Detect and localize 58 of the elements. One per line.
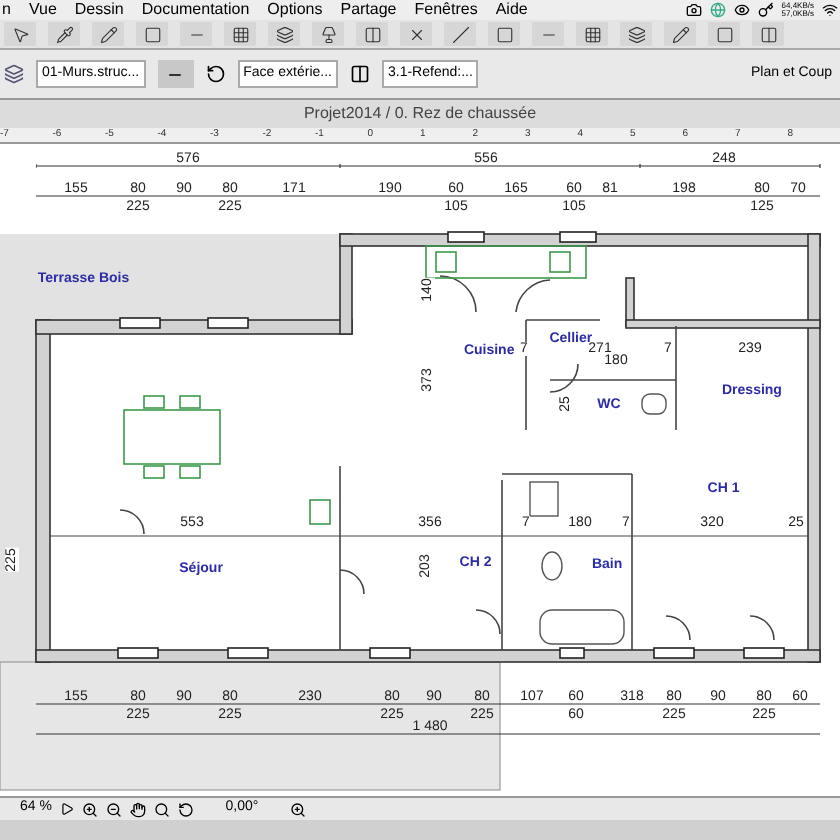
- grid-tool-button[interactable]: [576, 22, 608, 46]
- columns-icon: [363, 25, 381, 43]
- square-icon: [495, 25, 513, 43]
- slash-tool-button[interactable]: [444, 22, 476, 46]
- pencil-tool-button[interactable]: [92, 22, 124, 46]
- layers-icon: [275, 25, 293, 43]
- pencil-icon: [671, 25, 689, 43]
- menu-item[interactable]: Documentation: [141, 2, 250, 18]
- layers-icon: [627, 25, 645, 43]
- layers-tool-button[interactable]: [268, 22, 300, 46]
- rotate-icon[interactable]: [205, 64, 226, 84]
- columns-tool-button[interactable]: [752, 22, 784, 46]
- pointer-tool-button[interactable]: [4, 22, 36, 46]
- columns-icon[interactable]: [349, 64, 370, 84]
- grid-tool-button[interactable]: [224, 22, 256, 46]
- pencil-tool-button[interactable]: [664, 22, 696, 46]
- menu-item[interactable]: Dessin: [74, 2, 124, 18]
- camera-icon[interactable]: [685, 2, 702, 18]
- window-title: Projet2014 / 0. Rez de chaussée: [303, 102, 537, 126]
- layers-tool-button[interactable]: [620, 22, 652, 46]
- zoom-in-icon[interactable]: [290, 801, 306, 817]
- menu-item[interactable]: Vue: [28, 2, 57, 18]
- line-tool-button[interactable]: [180, 22, 212, 46]
- menu-item[interactable]: Partage: [340, 2, 397, 18]
- zoom-out-icon[interactable]: [106, 801, 122, 817]
- layers-icon[interactable]: [4, 64, 24, 84]
- play-icon[interactable]: [60, 802, 74, 816]
- close-tool-button[interactable]: [400, 22, 432, 46]
- pointer-icon: [11, 25, 29, 43]
- square-icon: [143, 25, 161, 43]
- pan-icon[interactable]: [130, 801, 146, 817]
- menu-item[interactable]: Aide: [495, 2, 528, 18]
- lamp-icon: [319, 25, 337, 43]
- menu-item[interactable]: Fenêtres: [414, 2, 478, 18]
- slash-icon: [451, 25, 469, 43]
- key-icon[interactable]: [757, 2, 774, 18]
- columns-tool-button[interactable]: [356, 22, 388, 46]
- square-tool-button[interactable]: [488, 22, 520, 46]
- wall-tool-button[interactable]: [157, 60, 194, 88]
- close-icon: [407, 25, 425, 43]
- menu-item[interactable]: Options: [267, 2, 323, 18]
- menu-item[interactable]: n: [2, 2, 11, 18]
- pencil-icon: [99, 25, 117, 43]
- eyedropper-tool-button[interactable]: [48, 22, 80, 46]
- line-tool-button[interactable]: [532, 22, 564, 46]
- eye-icon[interactable]: [733, 2, 750, 18]
- grid-icon: [583, 25, 601, 43]
- zoom-in-icon[interactable]: [82, 801, 98, 817]
- search-icon[interactable]: [154, 801, 170, 817]
- columns-icon: [759, 25, 777, 43]
- square-tool-button[interactable]: [708, 22, 740, 46]
- square-icon: [715, 25, 733, 43]
- lamp-tool-button[interactable]: [312, 22, 344, 46]
- grid-icon: [231, 25, 249, 43]
- square-tool-button[interactable]: [136, 22, 168, 46]
- eyedropper-icon: [55, 25, 73, 43]
- rotate-icon[interactable]: [178, 801, 194, 817]
- wifi-icon[interactable]: [822, 2, 838, 18]
